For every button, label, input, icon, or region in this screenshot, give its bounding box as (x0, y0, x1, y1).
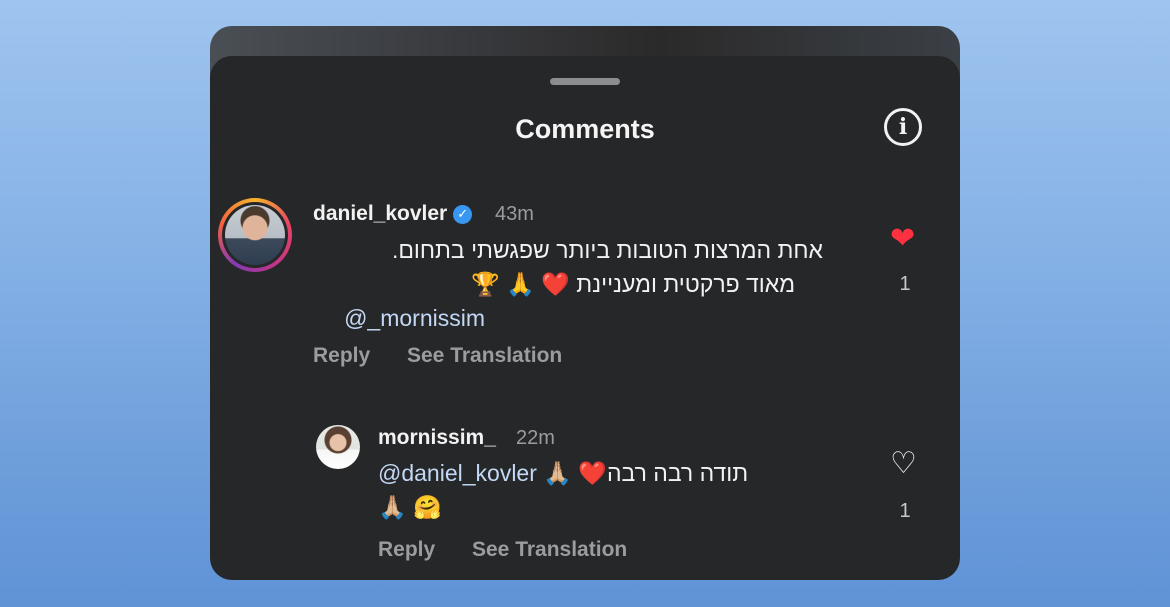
comment-line: מאוד פרקטית ומעניינת ❤️ 🙏 🏆 (471, 271, 795, 297)
info-button[interactable]: i (884, 108, 922, 146)
reply-username[interactable]: mornissim_ (378, 426, 496, 450)
comment-timestamp: 43m (495, 203, 534, 225)
info-icon: i (898, 114, 908, 140)
avatar[interactable] (316, 425, 360, 469)
sheet-title: Comments (515, 114, 655, 144)
comments-sheet: Comments i daniel_kovler ✓ 43m אחת המרצות… (210, 56, 960, 580)
comment-line: אחת המרצות הטובות ביותר שפגשתי בתחום. (391, 237, 823, 263)
story-ring-avatar[interactable] (218, 198, 292, 272)
comment-username[interactable]: daniel_kovler ✓ (313, 202, 473, 226)
reply-line: @daniel_kovler תודה רבה רבה❤️ 🙏🏼 (378, 456, 818, 490)
see-translation-button[interactable]: See Translation (472, 538, 627, 562)
heart-filled-icon[interactable]: ❤ (890, 224, 915, 254)
drag-handle[interactable] (550, 78, 620, 85)
reply-button[interactable]: Reply (313, 344, 370, 368)
reply-timestamp: 22m (516, 427, 555, 449)
username-text[interactable]: daniel_kovler (313, 202, 447, 225)
reply-body: @daniel_kovler תודה רבה רבה❤️ 🙏🏼 🙏🏼 🤗 (378, 456, 818, 524)
like-count: 1 (899, 273, 911, 295)
avatar-border (222, 202, 288, 268)
reply-button[interactable]: Reply (378, 538, 435, 562)
comment-body: אחת המרצות הטובות ביותר שפגשתי בתחום. מא… (313, 233, 823, 335)
verified-badge-icon: ✓ (453, 204, 473, 224)
avatar (225, 205, 285, 265)
mention-link[interactable]: @daniel_kovler (378, 460, 537, 486)
like-count: 1 (899, 500, 911, 522)
mention-link[interactable]: mornissim_@ (344, 301, 485, 335)
reply-text: תודה רבה רבה❤️ 🙏🏼 (543, 460, 749, 486)
heart-outline-icon[interactable]: ♡ (890, 449, 917, 479)
see-translation-button[interactable]: See Translation (407, 344, 562, 368)
reply-line: 🙏🏼 🤗 (378, 494, 442, 520)
